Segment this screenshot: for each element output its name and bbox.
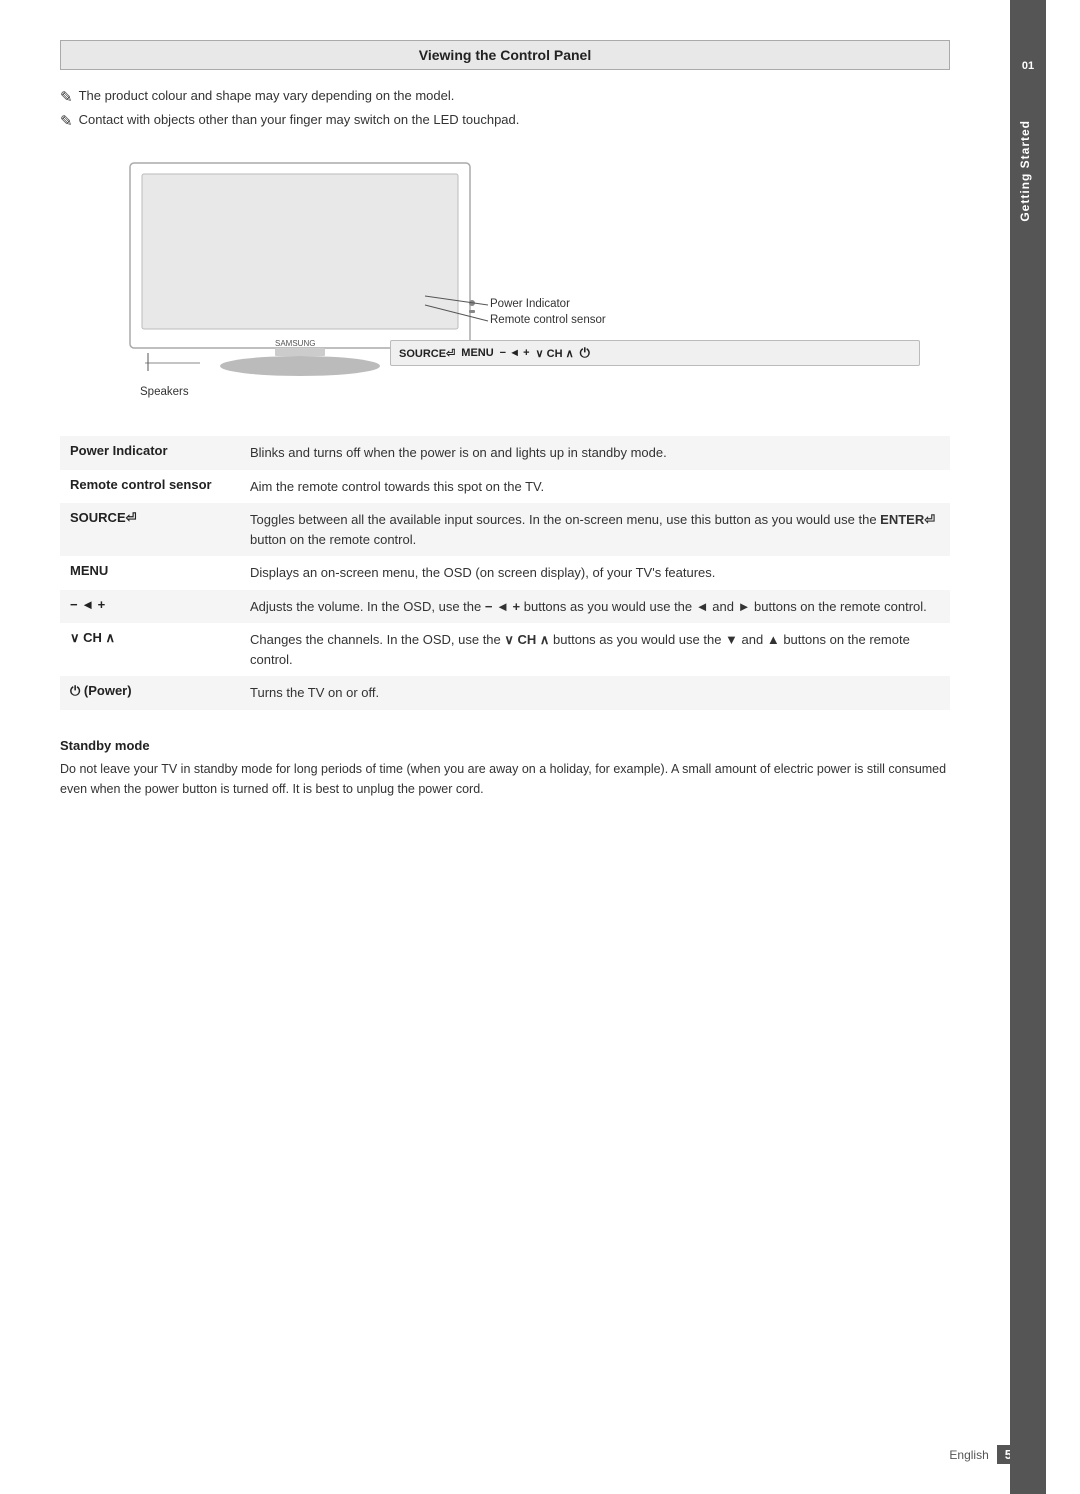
table-row: MENU Displays an on-screen menu, the OSD…	[60, 556, 950, 590]
section-title: Viewing the Control Panel	[60, 40, 950, 70]
ctrl-desc-menu: Displays an on-screen menu, the OSD (on …	[240, 556, 950, 590]
table-row: − ◄ + Adjusts the volume. In the OSD, us…	[60, 590, 950, 624]
svg-text:SAMSUNG: SAMSUNG	[275, 339, 315, 348]
table-row: Power Indicator Blinks and turns off whe…	[60, 436, 950, 470]
ctrl-desc-source: Toggles between all the available input …	[240, 503, 950, 556]
label-speakers: Speakers	[140, 386, 189, 398]
note-icon-2: ✎	[60, 112, 73, 130]
note-item-2: ✎ Contact with objects other than your f…	[60, 112, 950, 130]
ctrl-desc-ch: Changes the channels. In the OSD, use th…	[240, 623, 950, 676]
ctrl-vol: − ◄ +	[500, 347, 530, 359]
ctrl-name-menu: MENU	[60, 556, 240, 590]
ctrl-name-power: ⏻ (Power)	[60, 676, 240, 710]
ctrl-name-source: SOURCE⏎	[60, 503, 240, 556]
footer-language: English	[949, 1448, 988, 1462]
note-text-2: Contact with objects other than your fin…	[79, 112, 520, 127]
tv-controls-bar: SOURCE⏎ MENU − ◄ + ∨ CH ∧ ⏻	[390, 340, 920, 366]
label-remote-sensor: Remote control sensor	[490, 314, 610, 326]
notes-section: ✎ The product colour and shape may vary …	[60, 88, 950, 130]
standby-title: Standby mode	[60, 738, 950, 753]
ctrl-source: SOURCE⏎	[399, 347, 455, 360]
side-tab-label: Getting Started	[1018, 120, 1046, 222]
ctrl-desc-remote-sensor: Aim the remote control towards this spot…	[240, 470, 950, 504]
note-icon-1: ✎	[60, 88, 73, 106]
note-text-1: The product colour and shape may vary de…	[79, 88, 455, 103]
ctrl-power: ⏻	[580, 345, 590, 361]
standby-section: Standby mode Do not leave your TV in sta…	[60, 738, 950, 799]
ctrl-name-remote-sensor: Remote control sensor	[60, 470, 240, 504]
note-item-1: ✎ The product colour and shape may vary …	[60, 88, 950, 106]
ctrl-menu: MENU	[461, 347, 493, 359]
ctrl-name-vol: − ◄ +	[60, 590, 240, 624]
tv-diagram: SAMSUNG Power Indicator Remote control s…	[60, 148, 950, 408]
ctrl-name-power-indicator: Power Indicator	[60, 436, 240, 470]
side-tab: 01 Getting Started	[1010, 0, 1046, 1494]
controls-table: Power Indicator Blinks and turns off whe…	[60, 436, 950, 710]
ctrl-desc-power-indicator: Blinks and turns off when the power is o…	[240, 436, 950, 470]
ctrl-desc-vol: Adjusts the volume. In the OSD, use the …	[240, 590, 950, 624]
ctrl-name-ch: ∨ CH ∧	[60, 623, 240, 676]
table-row: ⏻ (Power) Turns the TV on or off.	[60, 676, 950, 710]
ctrl-ch: ∨ CH ∧	[536, 347, 574, 360]
side-tab-number: 01	[1022, 60, 1034, 72]
table-row: Remote control sensor Aim the remote con…	[60, 470, 950, 504]
label-power-indicator: Power Indicator	[490, 298, 610, 310]
table-row: SOURCE⏎ Toggles between all the availabl…	[60, 503, 950, 556]
ctrl-desc-power: Turns the TV on or off.	[240, 676, 950, 710]
standby-description: Do not leave your TV in standby mode for…	[60, 759, 950, 799]
table-row: ∨ CH ∧ Changes the channels. In the OSD,…	[60, 623, 950, 676]
